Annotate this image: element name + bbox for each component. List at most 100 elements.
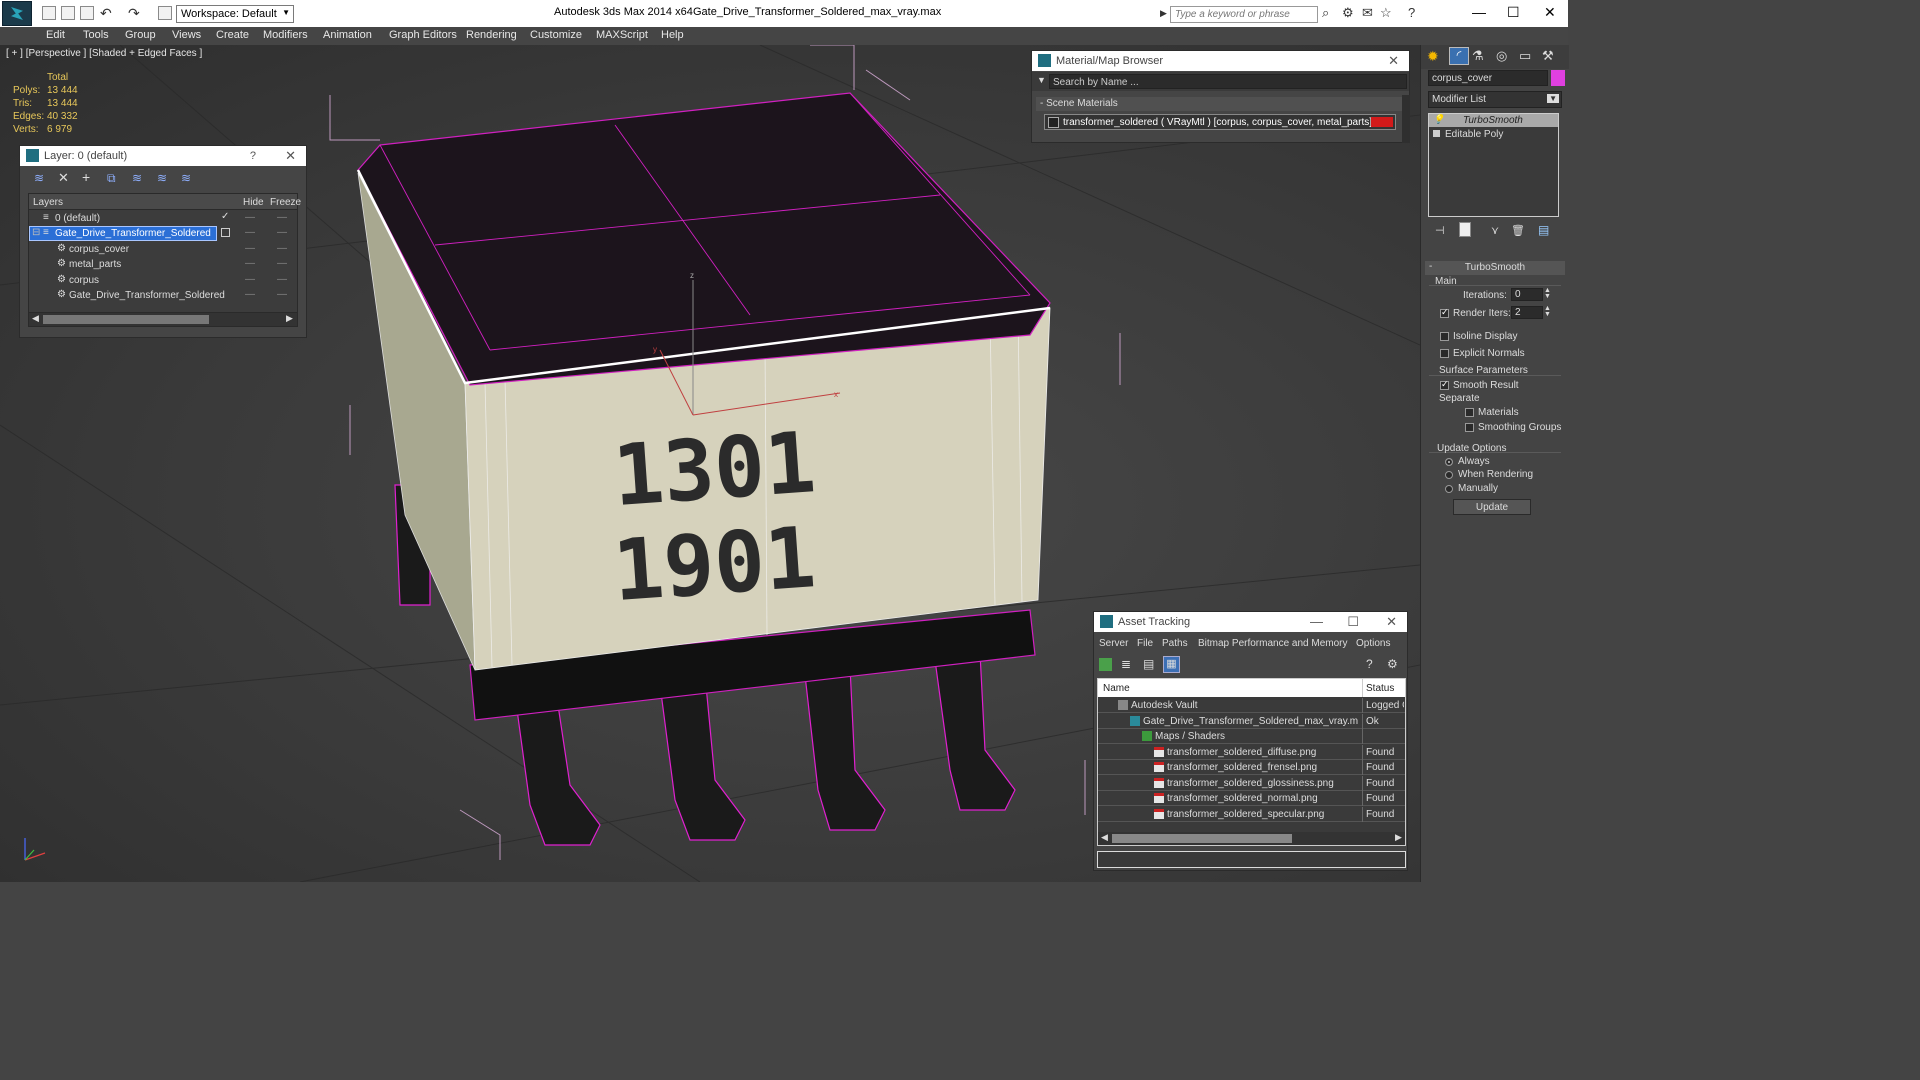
redo-icon[interactable]: ↷ [128, 5, 140, 22]
menu-edit[interactable]: Edit [46, 29, 65, 41]
display-tab-icon[interactable]: ▭ [1519, 48, 1539, 66]
keyword-search-input[interactable]: Type a keyword or phrase [1170, 6, 1318, 23]
menu-animation[interactable]: Animation [323, 29, 372, 41]
subscription-icon[interactable]: ⚙ [1342, 5, 1354, 21]
material-item[interactable]: transformer_soldered ( VRayMtl ) [corpus… [1044, 114, 1396, 130]
configure-sets-icon[interactable]: ▤ [1538, 223, 1549, 237]
col-status[interactable]: Status [1366, 683, 1394, 694]
delete-layer-icon[interactable]: ✕ [58, 170, 69, 186]
asset-row[interactable]: transformer_soldered_normal.png Found [1098, 791, 1405, 806]
asset-menu-paths[interactable]: Paths [1162, 638, 1188, 649]
list-view-icon[interactable]: ≣ [1121, 657, 1131, 671]
refresh-icon[interactable] [1099, 658, 1112, 671]
open-file-icon[interactable] [61, 6, 75, 20]
material-browser-titlebar[interactable]: Material/Map Browser ✕ [1032, 51, 1409, 71]
asset-tracking-titlebar[interactable]: Asset Tracking — ☐ ✕ [1094, 612, 1407, 632]
layer-row[interactable]: ⚙ corpus_cover — — [29, 242, 297, 257]
menu-help[interactable]: Help [661, 29, 684, 41]
table-view-icon[interactable]: ▤ [1143, 657, 1154, 671]
menu-group[interactable]: Group [125, 29, 156, 41]
asset-hscrollbar[interactable]: ◀ ▶ [1098, 832, 1405, 845]
menu-views[interactable]: Views [172, 29, 201, 41]
turbosmooth-rollout-header[interactable]: - TurboSmooth [1425, 261, 1565, 275]
grid-view-icon[interactable]: ▦ [1163, 656, 1180, 673]
asset-menu-options[interactable]: Options [1356, 638, 1390, 649]
col-name[interactable]: Name [1103, 683, 1130, 694]
show-end-result-icon[interactable] [1459, 222, 1471, 237]
asset-row[interactable]: Gate_Drive_Transformer_Soldered_max_vray… [1098, 713, 1405, 729]
material-search-input[interactable]: Search by Name ... [1049, 74, 1407, 89]
menu-graph-editors[interactable]: Graph Editors [389, 29, 457, 41]
modifier-list-dropdown[interactable]: Modifier List ▼ [1428, 91, 1562, 108]
motion-tab-icon[interactable]: ◎ [1496, 48, 1516, 66]
search-options-icon[interactable]: ▼ [1037, 75, 1046, 85]
workspace-dropdown[interactable]: Workspace: Default ▼ [176, 5, 294, 23]
binoculars-icon[interactable]: ⌕ [1322, 5, 1329, 21]
asset-row[interactable]: transformer_soldered_frensel.png Found [1098, 760, 1405, 775]
layer-row[interactable]: ⚙ Gate_Drive_Transformer_Soldered — — [29, 288, 297, 303]
layer-row[interactable]: ≡ 0 (default) ✓ — — [29, 211, 297, 226]
favorites-star-icon[interactable]: ☆ [1380, 5, 1392, 21]
isoline-checkbox[interactable] [1440, 330, 1453, 342]
undo-icon[interactable]: ↶ [100, 5, 112, 22]
layer-row[interactable]: ⚙ metal_parts — — [29, 257, 297, 272]
communication-icon[interactable]: ✉ [1362, 5, 1373, 21]
smoothing-groups-checkbox[interactable] [1465, 421, 1478, 433]
asset-menu-file[interactable]: File [1137, 638, 1153, 649]
asset-row[interactable]: Autodesk VaultLogged O [1098, 698, 1405, 713]
project-folder-icon[interactable] [158, 6, 172, 20]
object-name-field[interactable]: corpus_cover [1428, 70, 1548, 86]
maximize-icon[interactable]: ☐ [1507, 4, 1520, 21]
manually-radio[interactable] [1445, 483, 1457, 495]
menu-tools[interactable]: Tools [83, 29, 109, 41]
asset-path-field[interactable] [1097, 851, 1406, 868]
layer-row[interactable]: ⊟ ≡ Gate_Drive_Transformer_Soldered — — [29, 226, 297, 241]
scroll-right-icon[interactable]: ▶ [286, 313, 293, 324]
add-to-layer-icon[interactable]: + [82, 169, 90, 185]
always-radio[interactable] [1445, 456, 1457, 468]
asset-row[interactable]: transformer_soldered_diffuse.png Found [1098, 744, 1405, 760]
hierarchy-tab-icon[interactable]: ⚗ [1472, 48, 1492, 66]
search-expand-icon[interactable]: ▶ [1160, 8, 1167, 19]
menu-customize[interactable]: Customize [530, 29, 582, 41]
layer-panel-titlebar[interactable]: Layer: 0 (default) ? ✕ [20, 146, 306, 166]
scene-materials-group[interactable]: - Scene Materials [1036, 97, 1402, 111]
select-objects-icon[interactable]: ⧉ [107, 171, 116, 186]
modify-tab-icon[interactable]: ◜ [1449, 47, 1469, 65]
minimize-icon[interactable]: — [1310, 614, 1323, 629]
lightbulb-icon[interactable]: 💡 [1433, 114, 1444, 125]
render-iters-checkbox[interactable] [1440, 307, 1453, 319]
scroll-thumb[interactable] [43, 315, 209, 324]
material-vscrollbar[interactable] [1402, 95, 1410, 143]
collapse-icon[interactable]: ⊟ [32, 227, 40, 238]
close-icon[interactable]: ✕ [1388, 53, 1399, 69]
create-tab-icon[interactable]: ✹ [1427, 48, 1447, 66]
viewport-label[interactable]: [ + ] [Perspective ] [Shaded + Edged Fac… [6, 48, 202, 59]
highlight-layer-icon[interactable]: ≋ [132, 171, 142, 185]
asset-menu-bitmap[interactable]: Bitmap Performance and Memory [1198, 638, 1348, 649]
materials-checkbox[interactable] [1465, 406, 1478, 418]
remove-modifier-icon[interactable]: 🗑 [1511, 224, 1525, 237]
asset-menu-server[interactable]: Server [1099, 638, 1128, 649]
scroll-thumb[interactable] [1112, 834, 1292, 843]
render-iters-spinner[interactable]: 2 [1511, 306, 1543, 319]
utilities-tab-icon[interactable]: ⚒ [1542, 48, 1562, 66]
when-rendering-radio[interactable] [1445, 469, 1457, 481]
maximize-icon[interactable]: ☐ [1347, 614, 1359, 630]
minimize-icon[interactable]: — [1472, 4, 1486, 20]
spinner-arrows-icon[interactable]: ▲ ▼ [1544, 287, 1551, 300]
expand-icon[interactable] [1433, 130, 1440, 137]
object-color-swatch[interactable] [1551, 70, 1565, 86]
active-layer-check-icon[interactable]: ✓ [221, 211, 229, 222]
smooth-result-checkbox[interactable] [1440, 379, 1453, 391]
settings-icon[interactable]: ⚙ [1387, 657, 1398, 671]
col-hide[interactable]: Hide [243, 197, 264, 208]
col-layers[interactable]: Layers [33, 197, 63, 208]
menu-modifiers[interactable]: Modifiers [263, 29, 308, 41]
asset-row[interactable]: transformer_soldered_glossiness.png Found [1098, 775, 1405, 791]
spinner-arrows-icon[interactable]: ▲ ▼ [1544, 305, 1551, 318]
iterations-spinner[interactable]: 0 [1511, 288, 1543, 301]
menu-maxscript[interactable]: MAXScript [596, 29, 648, 41]
menu-create[interactable]: Create [216, 29, 249, 41]
help-icon[interactable]: ? [1366, 657, 1373, 671]
